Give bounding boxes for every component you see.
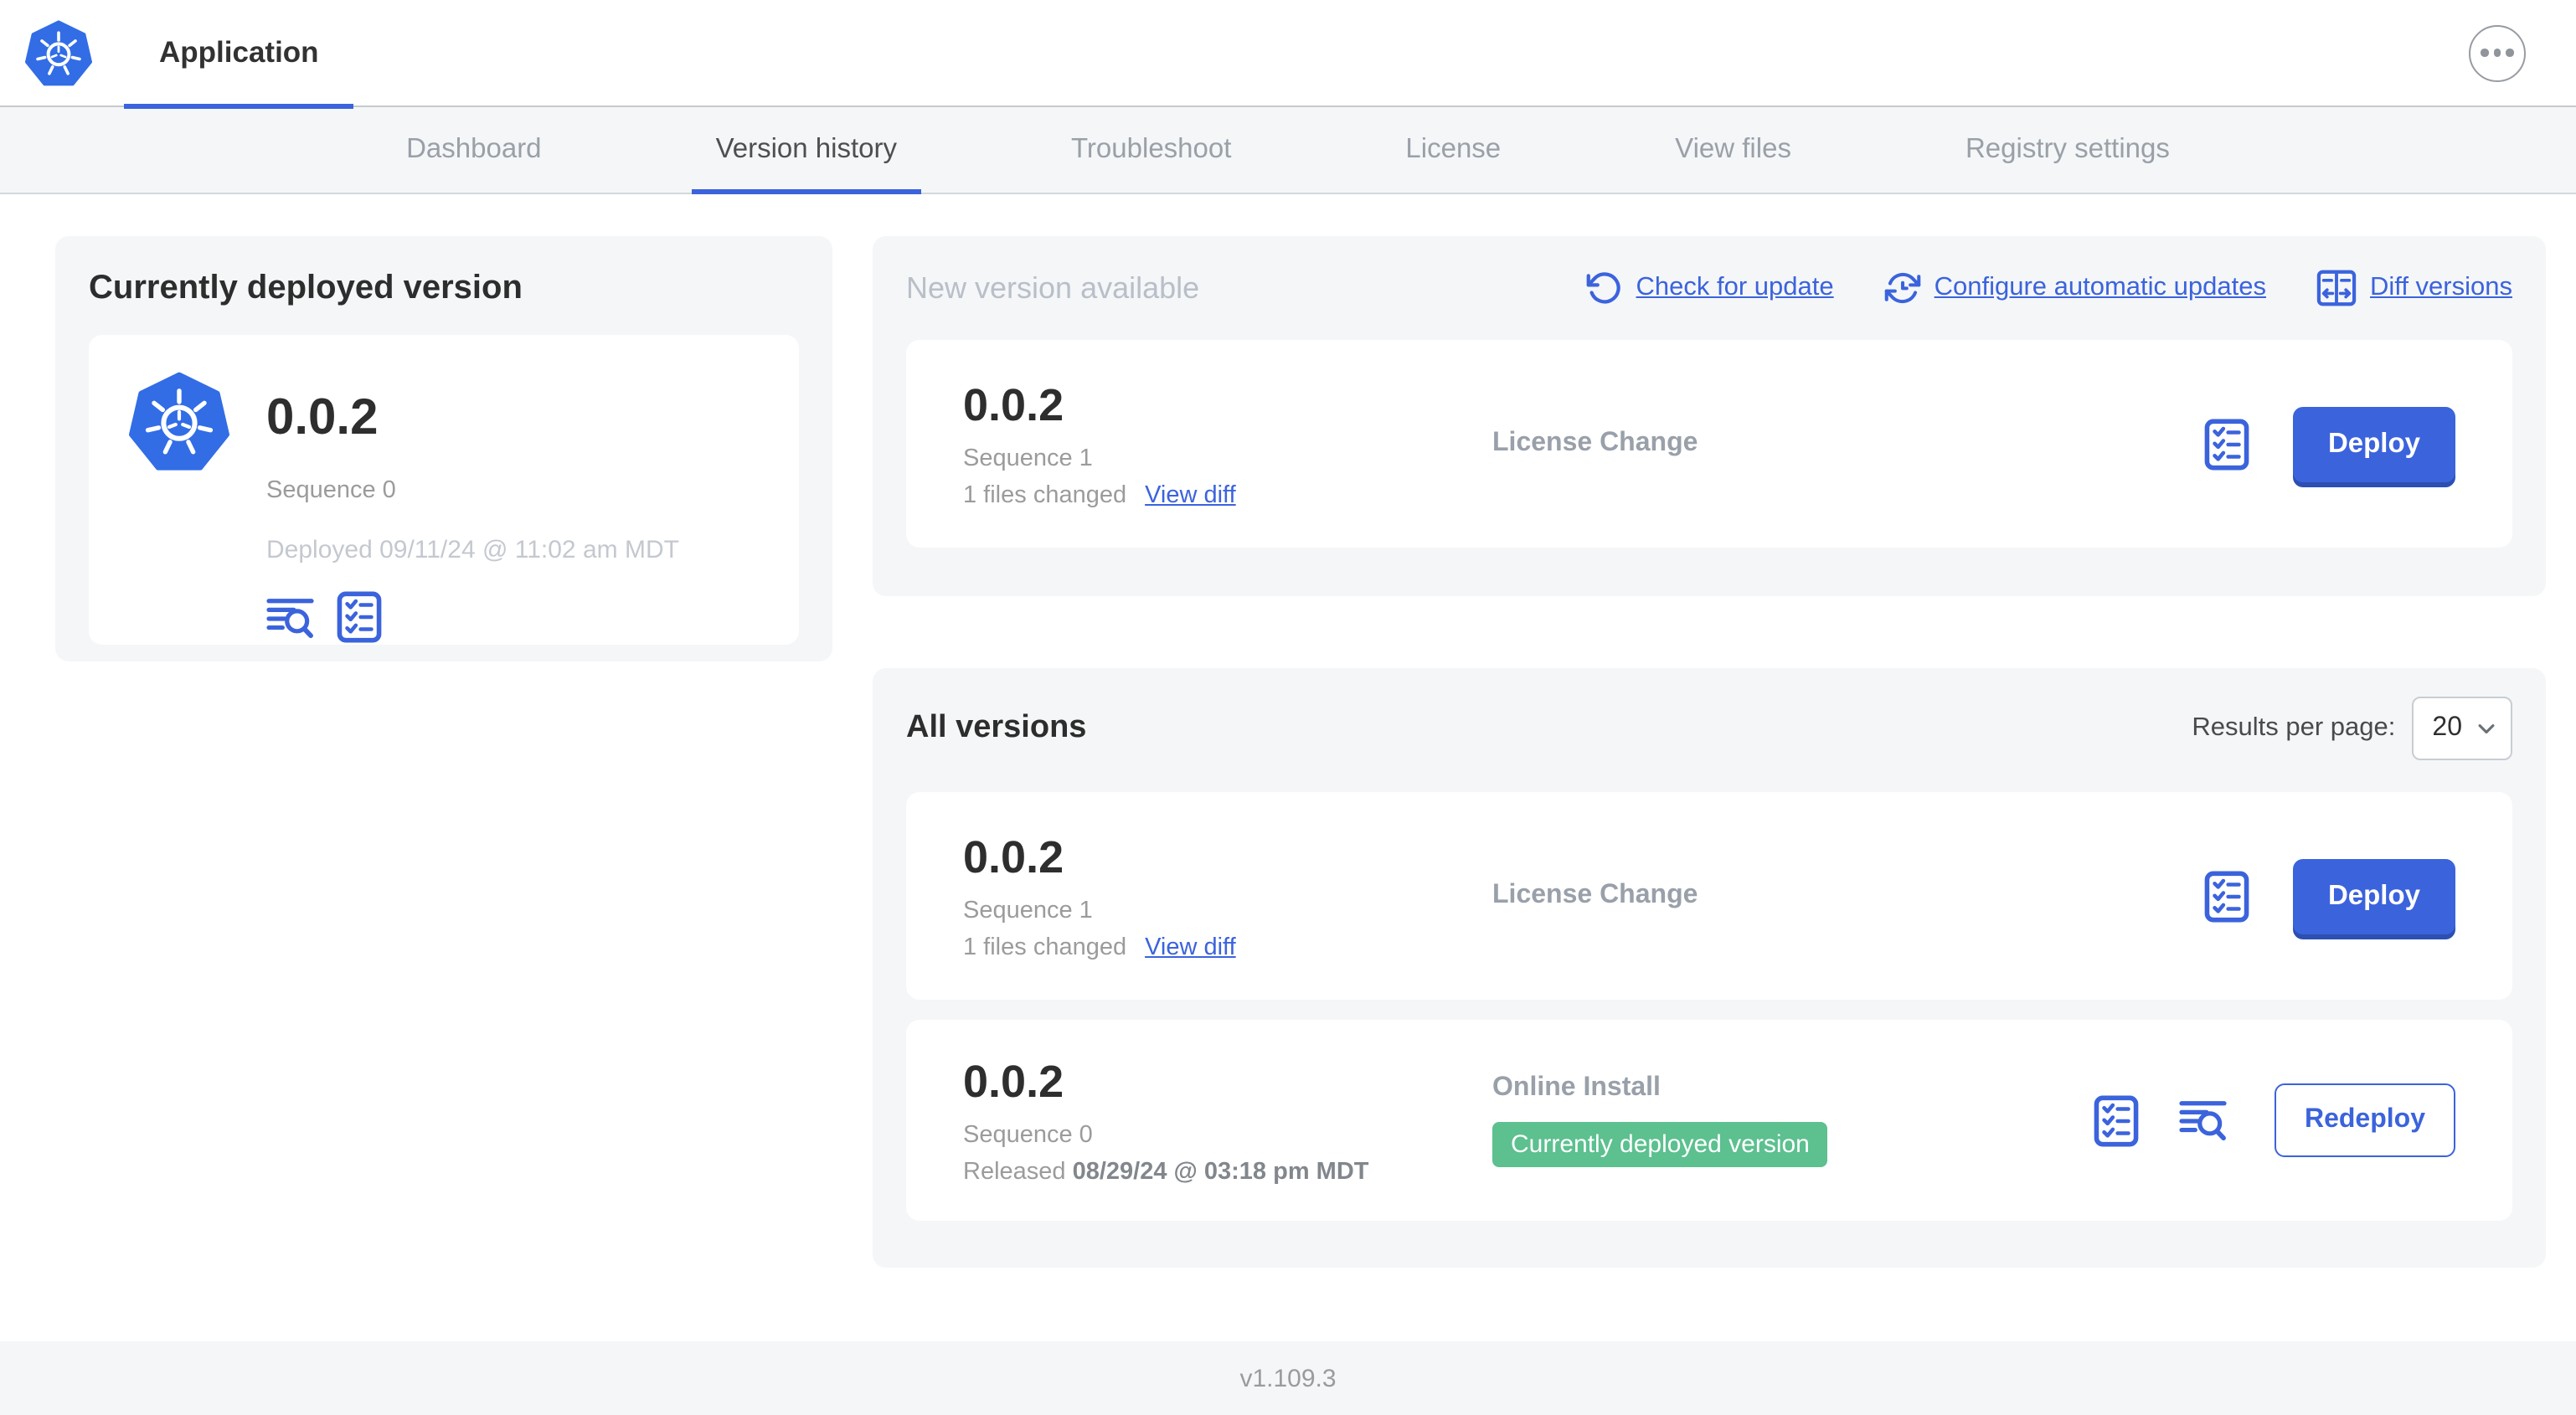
view-diff-link[interactable]: View diff xyxy=(1145,481,1236,508)
version-row: 0.0.2 Sequence 1 1 files changed View di… xyxy=(906,792,2512,1000)
preflight-checks-button[interactable] xyxy=(2094,1094,2139,1146)
preflight-checks-button[interactable] xyxy=(2204,870,2249,922)
preflight-checks-button[interactable] xyxy=(2204,418,2249,470)
preflight-checks-button[interactable] xyxy=(337,591,382,643)
preflight-checks-icon xyxy=(2204,418,2249,470)
all-versions-panel: All versions Results per page: 20 0.0.2 … xyxy=(873,668,2546,1268)
deploy-button[interactable]: Deploy xyxy=(2292,406,2455,481)
top-header: Application xyxy=(0,0,2576,109)
admin-console-version: v1.109.3 xyxy=(1239,1364,1337,1392)
currently-deployed-title: Currently deployed version xyxy=(89,270,523,306)
view-logs-icon xyxy=(2179,1101,2227,1141)
new-version-title: New version available xyxy=(906,270,1200,304)
version-released-date: Released 08/29/24 @ 03:18 pm MDT xyxy=(963,1158,1369,1185)
app-window: Application Dashboard Version history Tr… xyxy=(0,0,2576,1415)
chevron-down-icon xyxy=(2478,723,2495,733)
deploy-button[interactable]: Deploy xyxy=(2292,858,2455,934)
all-versions-title: All versions xyxy=(906,710,1087,745)
files-changed-label: 1 files changed xyxy=(963,481,1127,508)
current-version-sequence: Sequence 0 xyxy=(266,477,396,504)
version-sequence: Sequence 1 xyxy=(963,897,1093,924)
tab-license[interactable]: License xyxy=(1382,107,1524,193)
view-logs-button[interactable] xyxy=(2179,1099,2228,1142)
new-version-panel: New version available Check for update C… xyxy=(873,236,2546,596)
version-source-label: License Change xyxy=(1492,881,1698,909)
current-version-number: 0.0.2 xyxy=(266,390,379,445)
auto-update-clock-icon xyxy=(1884,272,1920,304)
version-number: 0.0.2 xyxy=(963,1056,1064,1106)
ellipsis-icon xyxy=(2481,49,2489,57)
version-row: 0.0.2 Sequence 0 Released 08/29/24 @ 03:… xyxy=(906,1020,2512,1221)
check-for-update-link[interactable]: Check for update xyxy=(1586,270,1834,306)
tab-registry-settings[interactable]: Registry settings xyxy=(1942,107,2193,193)
configure-automatic-updates-link[interactable]: Configure automatic updates xyxy=(1884,270,2266,306)
currently-deployed-badge: Currently deployed version xyxy=(1492,1122,1828,1167)
current-version-deployed-date: Deployed 09/11/24 @ 11:02 am MDT xyxy=(266,536,679,564)
refresh-icon xyxy=(1586,272,1620,304)
files-changed-label: 1 files changed xyxy=(963,934,1127,960)
preflight-checks-icon xyxy=(2204,870,2249,922)
currently-deployed-panel: Currently deployed version 0.0.2 Sequenc… xyxy=(55,236,832,661)
results-per-page-select[interactable]: 20 xyxy=(2412,697,2512,760)
version-source-label: Online Install xyxy=(1492,1073,1661,1102)
version-number: 0.0.2 xyxy=(963,831,1064,882)
redeploy-button[interactable]: Redeploy xyxy=(2274,1083,2455,1157)
diff-versions-icon xyxy=(2316,270,2357,306)
kubernetes-app-icon xyxy=(129,372,229,621)
view-diff-link[interactable]: View diff xyxy=(1145,934,1236,960)
tab-troubleshoot[interactable]: Troubleshoot xyxy=(1048,107,1255,193)
tab-dashboard[interactable]: Dashboard xyxy=(383,107,564,193)
version-source-label: License Change xyxy=(1492,429,1698,457)
version-sequence: Sequence 1 xyxy=(963,445,1093,471)
kubernetes-logo-icon xyxy=(25,19,92,86)
new-version-card: 0.0.2 Sequence 1 1 files changed View di… xyxy=(906,340,2512,548)
preflight-checks-icon xyxy=(337,591,382,643)
view-logs-icon xyxy=(266,598,314,638)
version-number: 0.0.2 xyxy=(963,379,1064,430)
preflight-checks-icon xyxy=(2094,1094,2139,1146)
version-sequence: Sequence 0 xyxy=(963,1121,1093,1148)
tab-version-history[interactable]: Version history xyxy=(692,107,921,194)
tab-view-files[interactable]: View files xyxy=(1651,107,1815,193)
footer: v1.109.3 xyxy=(0,1341,2576,1415)
diff-versions-link[interactable]: Diff versions xyxy=(2316,270,2512,306)
section-nav: Dashboard Version history Troubleshoot L… xyxy=(0,107,2576,194)
results-per-page-label: Results per page: xyxy=(2192,713,2396,742)
app-tab-application[interactable]: Application xyxy=(124,0,355,109)
overflow-menu-button[interactable] xyxy=(2469,24,2526,81)
view-logs-button[interactable] xyxy=(266,595,315,639)
currently-deployed-card: 0.0.2 Sequence 0 Deployed 09/11/24 @ 11:… xyxy=(89,335,799,645)
